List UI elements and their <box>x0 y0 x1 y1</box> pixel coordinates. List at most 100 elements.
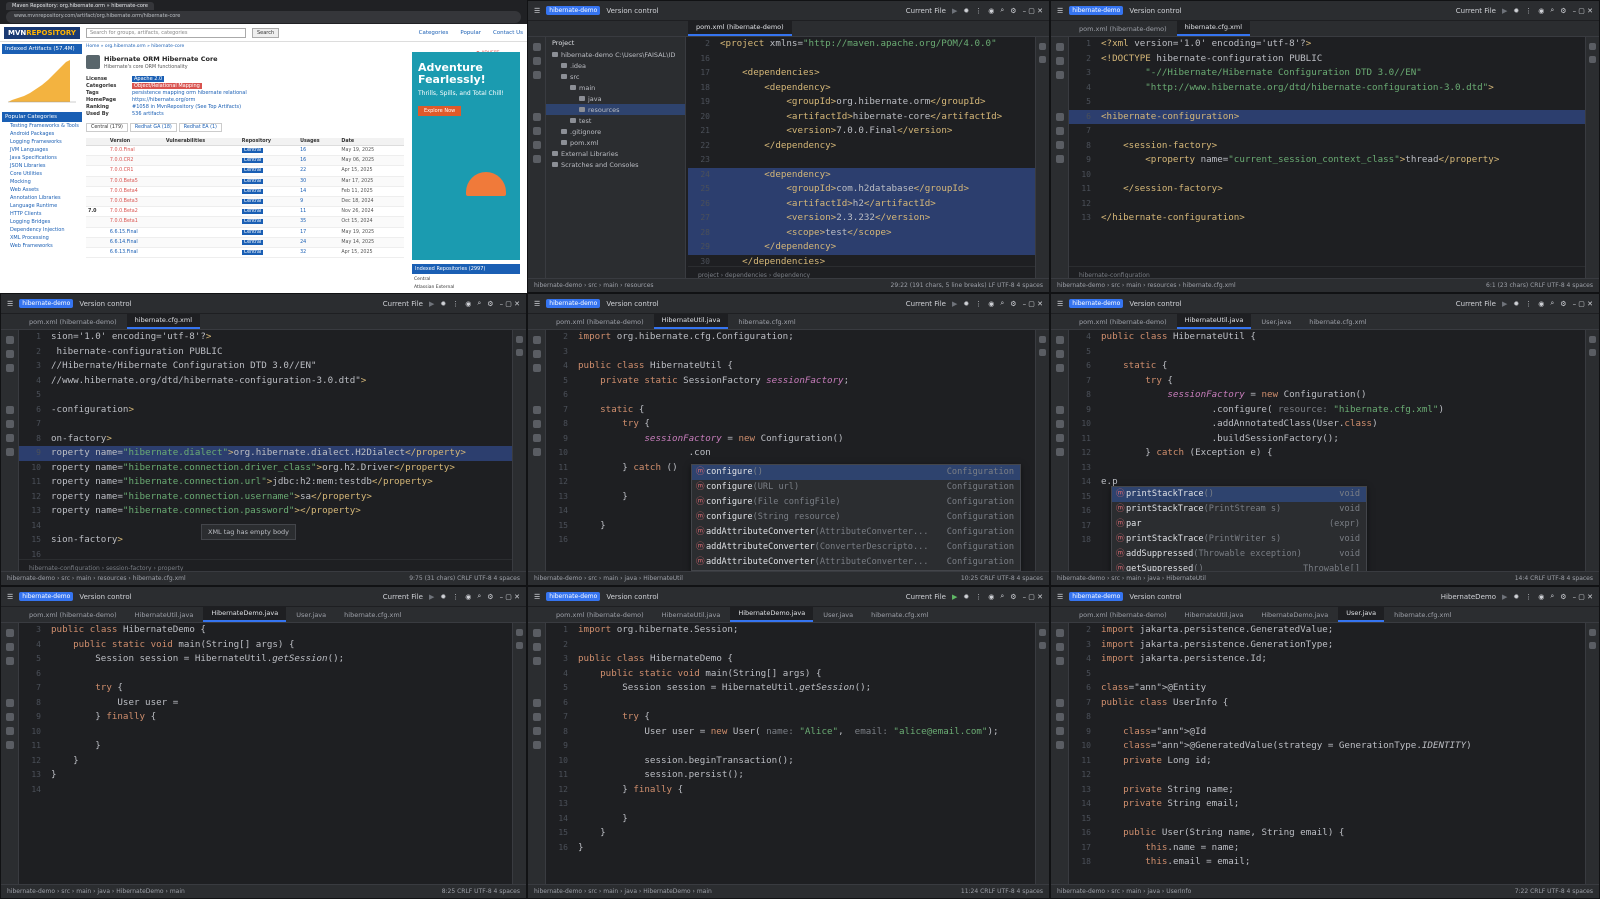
completion-item[interactable]: ⓜ configure (URL url) Configuration <box>692 480 1020 495</box>
gear-icon[interactable]: ⚙ <box>1010 593 1016 601</box>
run-icon[interactable]: ▶ <box>429 300 434 308</box>
vcs-widget[interactable]: Version control <box>1129 593 1181 601</box>
advertisement[interactable]: Adventure Fearlessly! Thrills, Spills, a… <box>412 52 520 260</box>
repository[interactable]: Central <box>239 227 299 238</box>
completion-popup[interactable]: ⓜ configure() Configuration ⓜ configure (URL … <box>691 464 1021 571</box>
code-line[interactable]: 11 .buildSessionFactory(); <box>1069 432 1585 447</box>
code-line[interactable]: 19 <groupId>org.hibernate.orm</groupId> <box>688 95 1035 110</box>
code-line[interactable]: 10 .con <box>546 446 1035 461</box>
maven-icon[interactable] <box>1589 56 1596 63</box>
project-widget[interactable]: hibernate-demo <box>19 592 74 601</box>
code-line[interactable]: 2 hibernate-configuration PUBLIC <box>19 345 512 360</box>
folder-icon[interactable] <box>5 336 14 344</box>
info-value[interactable]: https://hibernate.org/orm <box>132 97 195 103</box>
tree-node[interactable]: hibernate-demo C:\Users\FAISAL\ID <box>546 49 685 60</box>
table-row[interactable]: 7.0 7.0.0.Beta2 Central 11 Nov 26, 2024 <box>86 206 404 218</box>
repo-badge[interactable]: Central <box>241 168 264 174</box>
code-line[interactable]: 8 on-factory> <box>19 432 512 447</box>
repo-badge[interactable]: Central <box>241 229 264 235</box>
mvn-search-button[interactable]: Search <box>251 27 280 38</box>
vcs-widget[interactable]: Version control <box>1129 7 1181 15</box>
code-line[interactable]: 1 <?xml version='1.0' encoding='utf-8'?> <box>1069 37 1585 52</box>
info-value[interactable]: Apache 2.0 <box>132 76 165 82</box>
run-config-selector[interactable]: Current File <box>383 593 423 601</box>
folder-icon[interactable] <box>1055 43 1064 51</box>
status-path[interactable]: hibernate-demo › src › main › java › Hib… <box>1057 575 1206 582</box>
more-tools-icon[interactable] <box>532 657 541 665</box>
code-line[interactable]: 3 public class HibernateDemo { <box>19 623 512 638</box>
repo-item[interactable]: Central <box>414 276 454 284</box>
code-line[interactable]: 11 roperty name="hibernate.connection.url… <box>19 475 512 490</box>
code-line[interactable]: 15 <box>1069 812 1585 827</box>
status-info[interactable]: 10:25 CRLF UTF-8 4 spaces <box>961 575 1043 582</box>
run-tool-icon[interactable] <box>5 406 14 414</box>
maven-icon[interactable] <box>1039 349 1046 356</box>
completion-item[interactable]: ⓜ printStackTrace() void <box>1112 487 1366 502</box>
window-controls[interactable]: – ▢ ✕ <box>1573 300 1593 308</box>
version-link[interactable]: 7.0.0.Beta4 <box>107 186 164 197</box>
editor-tab[interactable]: HibernateDemo.java <box>203 606 287 622</box>
category-link[interactable]: Web Frameworks <box>2 242 82 250</box>
code-line[interactable]: 3 <box>546 345 1035 360</box>
tree-node[interactable]: External Libraries <box>546 148 685 159</box>
notifications-icon[interactable] <box>516 629 523 636</box>
category-link[interactable]: Testing Frameworks & Tools <box>2 122 82 130</box>
repository[interactable]: Central <box>239 247 299 259</box>
version-link[interactable]: 7.0.0.Beta2 <box>107 206 164 218</box>
repository[interactable]: Central <box>239 155 299 167</box>
debug-icon[interactable]: ✹ <box>963 7 969 15</box>
category-link[interactable]: Annotation Libraries <box>2 194 82 202</box>
search-icon[interactable]: ⌕ <box>1000 299 1004 308</box>
code-line[interactable]: 7 <box>1069 124 1585 139</box>
debug-icon[interactable]: ✹ <box>1513 300 1519 308</box>
hamburger-menu-icon[interactable]: ☰ <box>1057 300 1063 308</box>
table-row[interactable]: 7.0.0.Final Central 16 May 19, 2025 <box>86 145 404 157</box>
structure-icon[interactable] <box>1055 57 1064 65</box>
user-icon[interactable]: ◉ <box>1538 300 1544 308</box>
run-tool-icon[interactable] <box>532 699 541 707</box>
usages[interactable]: 11 <box>298 206 340 218</box>
status-info[interactable]: 29:22 (191 chars, 5 line breaks) LF UTF-… <box>891 282 1043 289</box>
status-info[interactable]: 8:25 CRLF UTF-8 4 spaces <box>442 888 520 895</box>
version-link[interactable]: 7.0.0.Final <box>107 145 164 157</box>
completion-popup[interactable]: ⓜ printStackTrace() void ⓜ printStackTrace (P… <box>1111 486 1367 578</box>
hamburger-menu-icon[interactable]: ☰ <box>7 593 13 601</box>
code-line[interactable]: 4 //www.hibernate.org/dtd/hibernate-confi… <box>19 374 512 389</box>
code-line[interactable]: 10 class="ann">@GeneratedValue(strategy … <box>1069 739 1585 754</box>
more-tools-icon[interactable] <box>5 657 14 665</box>
completion-item[interactable]: ⓜ printStackTrace (PrintWriter s) void <box>1112 532 1366 547</box>
code-line[interactable]: 9 <box>546 739 1035 754</box>
code-line[interactable]: 10 roperty name="hibernate.connection.dri… <box>19 461 512 476</box>
problems-icon[interactable] <box>5 434 14 442</box>
user-icon[interactable]: ◉ <box>988 7 994 15</box>
search-icon[interactable]: ⌕ <box>477 592 481 601</box>
code-line[interactable]: 5 <box>1069 95 1585 110</box>
user-icon[interactable]: ◉ <box>1538 7 1544 15</box>
version-link[interactable]: 6.6.15.Final <box>107 227 164 238</box>
status-path[interactable]: hibernate-demo › src › main › java › Hib… <box>534 888 712 895</box>
table-row[interactable]: 7.0.0.Beta4 Central 14 Feb 11, 2025 <box>86 186 404 197</box>
code-line[interactable]: 14 private String email; <box>1069 797 1585 812</box>
tree-node[interactable]: main <box>546 82 685 93</box>
code-line[interactable]: 7 try { <box>19 681 512 696</box>
run-icon[interactable]: ▶ <box>952 7 957 15</box>
code-line[interactable]: 18 <dependency> <box>688 81 1035 96</box>
status-info[interactable]: 6:1 (23 chars) CRLF UTF-8 4 spaces <box>1486 282 1593 289</box>
run-config-selector[interactable]: Current File <box>383 300 423 308</box>
git-icon[interactable] <box>1055 741 1064 749</box>
project-widget[interactable]: hibernate-demo <box>1069 592 1124 601</box>
code-line[interactable]: 3 public class HibernateDemo { <box>546 652 1035 667</box>
vcs-widget[interactable]: Version control <box>606 300 658 308</box>
editor-tab[interactable]: hibernate.cfg.xml <box>1176 20 1251 36</box>
code-line[interactable]: 3 //Hibernate/Hibernate Configuration DTD… <box>19 359 512 374</box>
code-line[interactable]: 6 class="ann">@Entity <box>1069 681 1585 696</box>
editor-tab[interactable]: User.java <box>815 608 861 622</box>
nav-contact[interactable]: Contact Us <box>493 30 523 36</box>
code-line[interactable]: 24 <dependency> <box>688 167 1035 182</box>
more-tools-icon[interactable] <box>1055 71 1064 79</box>
more-tools-icon[interactable] <box>532 71 541 79</box>
code-line[interactable]: 5 <box>1069 345 1585 360</box>
code-line[interactable]: 12 <box>1069 197 1585 212</box>
problems-icon[interactable] <box>532 141 541 149</box>
hamburger-menu-icon[interactable]: ☰ <box>534 300 540 308</box>
